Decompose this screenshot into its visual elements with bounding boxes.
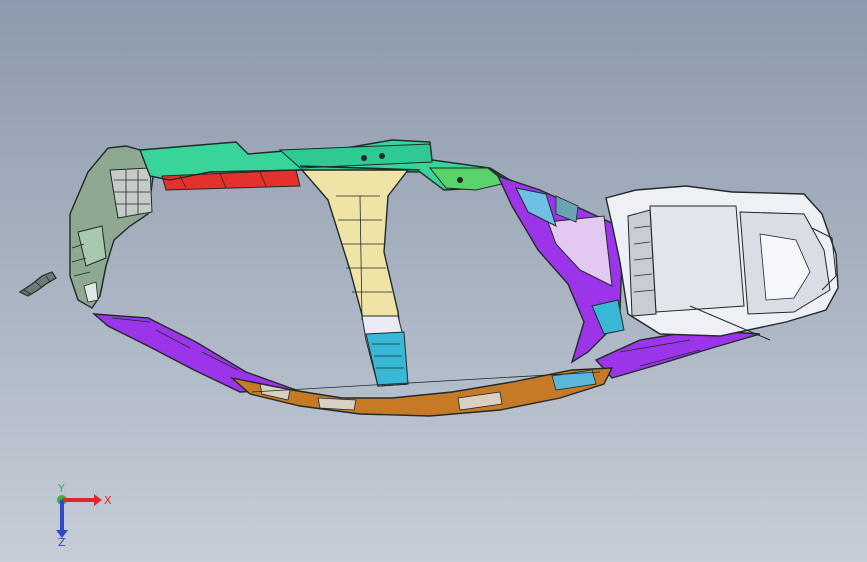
loose-clip-part[interactable] — [18, 271, 57, 297]
frame-outline — [99, 167, 499, 297]
front-shell-part[interactable] — [69, 145, 155, 309]
lower-arc-part[interactable] — [229, 367, 614, 417]
coordinate-triad[interactable]: X Y Z — [44, 478, 116, 548]
x-arrow-icon — [94, 494, 102, 506]
triad-z-label: Z — [58, 536, 66, 548]
triad-y-label: Y — [57, 482, 65, 495]
cad-3d-viewport[interactable]: X Y Z — [0, 0, 867, 562]
rear-box-part[interactable] — [605, 185, 839, 341]
triad-x-label: X — [104, 494, 112, 507]
center-pillar-part[interactable] — [300, 169, 410, 387]
cad-assembly-model[interactable] — [0, 0, 867, 562]
right-pillar-part[interactable] — [496, 174, 625, 364]
